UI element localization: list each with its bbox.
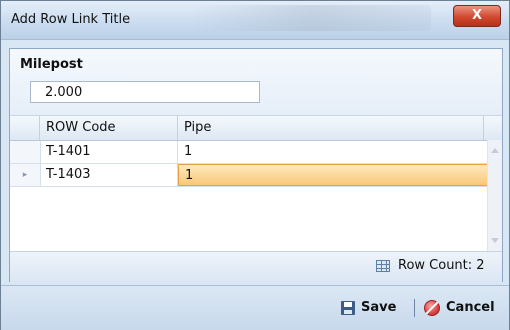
table-row[interactable]: T-1401 1 [10,141,488,164]
column-header-pipe[interactable]: Pipe [178,116,484,140]
grid-table-icon [376,260,390,272]
add-row-link-title-dialog: Add Row Link Title X Milepost 2.000 ROW … [0,0,510,330]
cancel-label: Cancel [446,300,495,315]
vertical-scrollbar[interactable] [487,140,502,251]
column-header-row-code[interactable]: ROW Code [40,116,178,140]
grid-header: ROW Code Pipe [10,116,502,141]
milepost-label: Milepost [20,57,83,72]
table-row-selected[interactable]: ▸ T-1403 1 [10,164,488,187]
row-count-bar: Row Count: 2 [10,251,502,282]
row-indicator-header [10,116,40,140]
button-separator [414,299,415,317]
milepost-panel: Milepost 2.000 [10,49,502,116]
cancel-circle-icon [424,300,440,316]
cell-pipe[interactable]: 1 [178,141,488,163]
window-title: Add Row Link Title [11,12,131,27]
cell-row-code[interactable]: T-1403 [40,164,178,186]
floppy-disk-icon [341,301,355,315]
close-button[interactable]: X [453,5,501,27]
dialog-content: Milepost 2.000 ROW Code Pipe T-1401 1 ▸ … [9,48,503,282]
row-count-text: Row Count: 2 [398,258,485,273]
milepost-input[interactable]: 2.000 [30,81,260,103]
save-label: Save [361,300,397,315]
scroll-down-icon[interactable] [491,238,499,243]
cell-pipe-selected[interactable]: 1 [178,164,488,186]
close-icon: X [471,8,483,23]
dialog-footer: Save Cancel [1,285,509,330]
row-link-grid: ROW Code Pipe T-1401 1 ▸ T-1403 1 [10,116,502,251]
cell-row-code[interactable]: T-1401 [40,141,178,163]
current-row-indicator-icon: ▸ [10,164,41,186]
row-indicator [10,141,41,163]
title-bar-background-blur [191,5,431,31]
title-bar: Add Row Link Title X [1,1,509,40]
scroll-up-icon[interactable] [491,148,499,153]
